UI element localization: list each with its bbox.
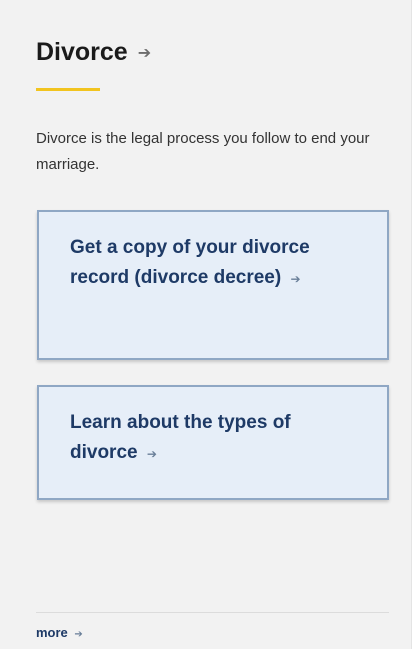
divorce-card: Divorce ➔ Divorce is the legal process y…	[0, 0, 412, 649]
arrow-right-icon: ➔	[146, 447, 157, 461]
arrow-right-icon: ➔	[137, 44, 152, 62]
more-link[interactable]: more ➔	[36, 625, 83, 640]
divorce-types-link-card[interactable]: Learn about the types of divorce ➔	[37, 385, 389, 500]
link-label: Learn about the types of divorce	[70, 412, 291, 463]
divorce-record-link-card[interactable]: Get a copy of your divorce record (divor…	[37, 210, 389, 360]
heading-title: Divorce	[36, 38, 128, 66]
divorce-heading-link[interactable]: Divorce ➔	[36, 38, 151, 67]
arrow-right-icon: ➔	[290, 272, 301, 286]
link-label: Get a copy of your divorce record (divor…	[70, 237, 310, 288]
section-description: Divorce is the legal process you follow …	[36, 130, 370, 173]
more-label: more	[36, 625, 68, 640]
arrow-right-icon: ➔	[74, 629, 83, 640]
heading-accent-underline	[36, 88, 100, 91]
footer-divider	[36, 612, 389, 613]
